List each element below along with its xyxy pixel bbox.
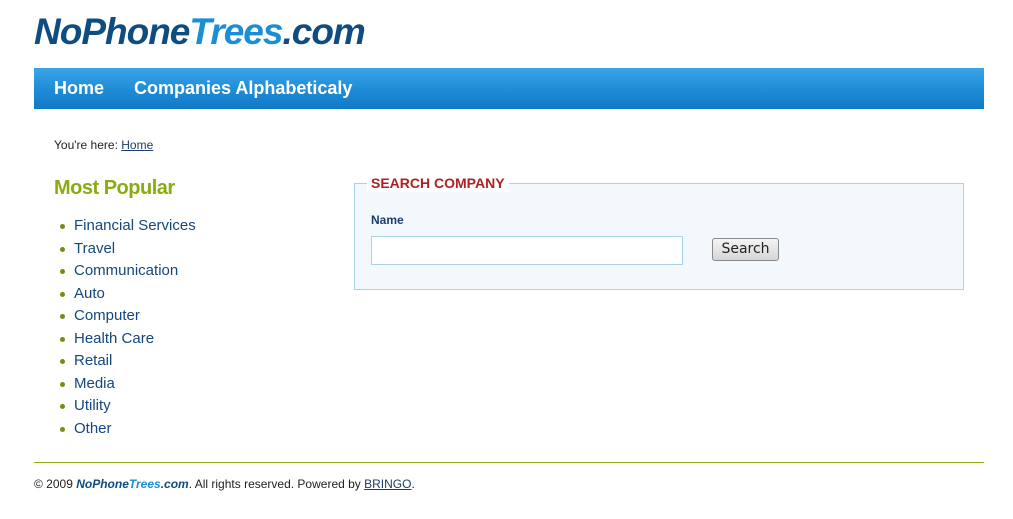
bullet-icon <box>60 269 65 274</box>
footer-rights-text: . All rights reserved. Powered by <box>188 477 365 491</box>
name-field-label: Name <box>371 213 404 227</box>
bullet-icon <box>60 314 65 319</box>
category-link-computer[interactable]: Computer <box>74 307 140 324</box>
footer-end: . <box>411 477 415 491</box>
list-item: Auto <box>58 283 196 306</box>
logo-part-trees: Trees <box>189 11 283 52</box>
list-item: Retail <box>58 350 196 373</box>
breadcrumb: You're here: Home <box>54 138 153 152</box>
bullet-icon <box>60 224 65 229</box>
category-link-health-care[interactable]: Health Care <box>74 330 154 347</box>
list-item: Travel <box>58 238 196 261</box>
footer-powered-link[interactable]: BRINGO <box>364 477 411 491</box>
footer-brand-part2: Trees <box>128 477 161 491</box>
category-link-utility[interactable]: Utility <box>74 397 111 414</box>
category-link-other[interactable]: Other <box>74 420 112 437</box>
breadcrumb-home-link[interactable]: Home <box>121 138 153 152</box>
category-link-travel[interactable]: Travel <box>74 240 115 257</box>
list-item: Health Care <box>58 328 196 351</box>
category-link-media[interactable]: Media <box>74 375 115 392</box>
bullet-icon <box>60 336 65 342</box>
search-button[interactable]: Search <box>712 238 779 261</box>
category-link-auto[interactable]: Auto <box>74 285 105 302</box>
bullet-icon <box>60 404 65 409</box>
bullet-icon <box>60 246 65 252</box>
bullet-icon <box>60 381 65 387</box>
site-logo[interactable]: NoPhoneTrees.com <box>34 10 366 54</box>
main-navbar: Home Companies Alphabeticaly <box>34 68 984 109</box>
footer-copyright: © 2009 <box>34 477 77 491</box>
list-item: Communication <box>58 260 196 283</box>
breadcrumb-prefix: You're here: <box>54 138 122 152</box>
list-item: Utility <box>58 395 196 418</box>
search-company-legend: SEARCH COMPANY <box>367 175 509 192</box>
footer-brand-part1: NoPhone <box>76 477 129 491</box>
category-link-communication[interactable]: Communication <box>74 262 178 279</box>
category-link-financial-services[interactable]: Financial Services <box>74 217 196 234</box>
nav-companies-link[interactable]: Companies Alphabeticaly <box>134 68 352 109</box>
nav-home-link[interactable]: Home <box>54 68 104 109</box>
bullet-icon <box>60 359 65 364</box>
most-popular-list: Financial Services Travel Communication … <box>58 215 196 440</box>
list-item: Computer <box>58 305 196 328</box>
list-item: Financial Services <box>58 215 196 238</box>
list-item: Other <box>58 418 196 441</box>
most-popular-heading: Most Popular <box>54 177 175 199</box>
footer: © 2009 NoPhoneTrees.com. All rights rese… <box>34 477 415 491</box>
footer-divider <box>34 462 984 463</box>
bullet-icon <box>60 291 65 297</box>
bullet-icon <box>60 426 65 432</box>
footer-brand-part3: .com <box>160 477 189 491</box>
company-name-input[interactable] <box>371 236 683 265</box>
category-link-retail[interactable]: Retail <box>74 352 112 369</box>
list-item: Media <box>58 373 196 396</box>
logo-part-com: .com <box>282 11 365 52</box>
logo-part-nophone: NoPhone <box>34 11 190 52</box>
search-company-panel: SEARCH COMPANY Name Search <box>354 175 964 290</box>
